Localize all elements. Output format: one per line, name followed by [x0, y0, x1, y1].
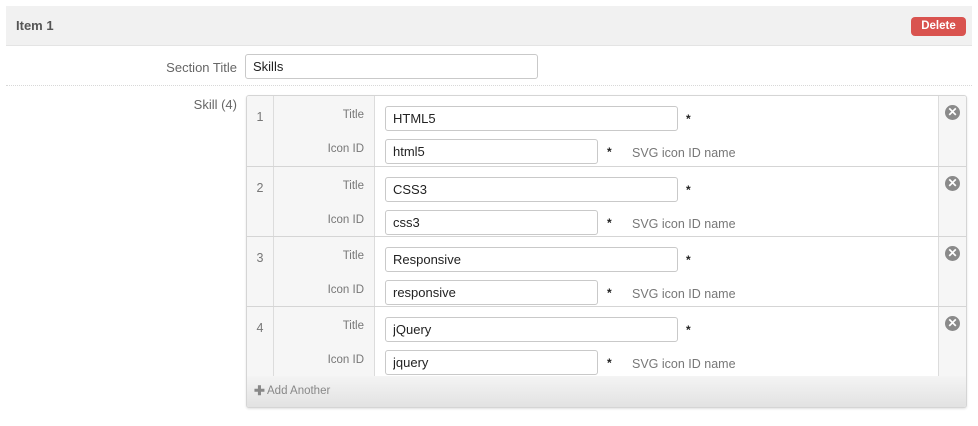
title-input[interactable]: [385, 177, 678, 202]
icon-id-hint: SVG icon ID name: [632, 146, 736, 160]
skill-row: 2 Title Icon ID * * SVG icon ID name ✕: [247, 167, 966, 237]
skill-row: 3 Title Icon ID * * SVG icon ID name ✕: [247, 237, 966, 307]
required-mark: *: [607, 216, 612, 230]
icon-id-label: Icon ID: [327, 284, 364, 296]
icon-id-hint: SVG icon ID name: [632, 217, 736, 231]
item-header: Item 1 Delete: [6, 6, 972, 46]
divider: [6, 85, 972, 86]
title-input[interactable]: [385, 317, 678, 342]
icon-id-input[interactable]: [385, 139, 598, 164]
close-circle-icon[interactable]: ✕: [945, 105, 960, 120]
icon-id-hint: SVG icon ID name: [632, 287, 736, 301]
required-mark: *: [686, 183, 691, 197]
section-title-label: Section Title: [166, 60, 237, 75]
row-number[interactable]: 2: [247, 167, 274, 236]
required-mark: *: [686, 112, 691, 126]
skill-row: 4 Title Icon ID * * SVG icon ID name ✕: [247, 307, 966, 377]
skill-label: Skill (4): [193, 97, 237, 112]
skill-repeater: 1 Title Icon ID * * SVG icon ID name ✕ 2…: [246, 95, 967, 408]
required-mark: *: [686, 323, 691, 337]
title-input[interactable]: [385, 106, 678, 131]
close-circle-icon[interactable]: ✕: [945, 246, 960, 261]
icon-id-input[interactable]: [385, 350, 598, 375]
title-input[interactable]: [385, 247, 678, 272]
required-mark: *: [686, 253, 691, 267]
required-mark: *: [607, 145, 612, 159]
row-number[interactable]: 4: [247, 307, 274, 376]
title-label: Title: [342, 180, 364, 192]
icon-id-label: Icon ID: [327, 354, 364, 366]
item-title: Item 1: [16, 18, 54, 33]
title-label: Title: [342, 109, 364, 121]
icon-id-label: Icon ID: [327, 214, 364, 226]
delete-button[interactable]: Delete: [911, 17, 966, 36]
required-mark: *: [607, 286, 612, 300]
title-label: Title: [342, 250, 364, 262]
add-another-button[interactable]: ✚ Add Another: [247, 376, 966, 407]
plus-icon: ✚: [254, 383, 265, 398]
title-label: Title: [342, 320, 364, 332]
close-circle-icon[interactable]: ✕: [945, 316, 960, 331]
required-mark: *: [607, 356, 612, 370]
icon-id-input[interactable]: [385, 280, 598, 305]
icon-id-input[interactable]: [385, 210, 598, 235]
icon-id-label: Icon ID: [327, 143, 364, 155]
row-number[interactable]: 1: [247, 96, 274, 166]
close-circle-icon[interactable]: ✕: [945, 176, 960, 191]
skill-row: 1 Title Icon ID * * SVG icon ID name ✕: [247, 96, 966, 167]
add-another-label: Add Another: [267, 385, 331, 397]
row-number[interactable]: 3: [247, 237, 274, 306]
icon-id-hint: SVG icon ID name: [632, 357, 736, 371]
section-title-input[interactable]: [245, 54, 538, 79]
